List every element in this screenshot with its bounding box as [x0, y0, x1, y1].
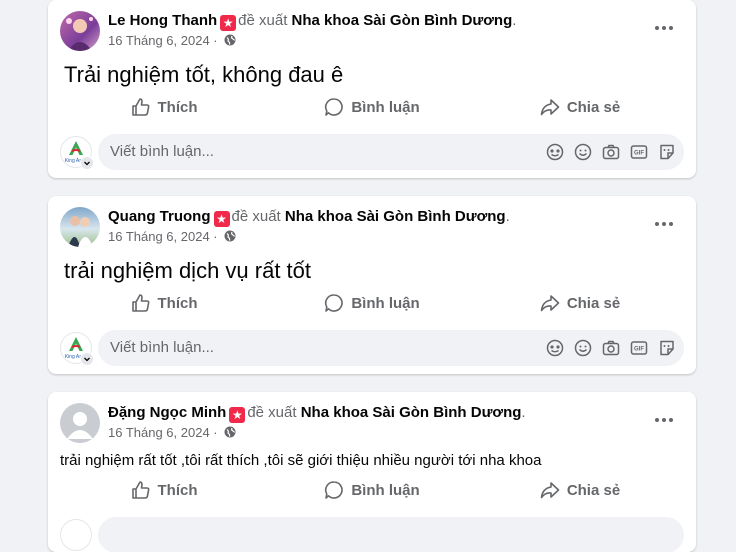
comment-label: Bình luận [351, 481, 420, 499]
recommend-star-icon: ★ [213, 211, 230, 227]
comment-tools: GIF [546, 134, 676, 170]
recommend-star-icon: ★ [229, 407, 246, 423]
post-date[interactable]: 16 Tháng 6, 2024 · [108, 229, 218, 244]
more-options-icon[interactable] [652, 214, 676, 234]
emoji-icon[interactable] [574, 143, 592, 161]
comment-icon [325, 481, 344, 499]
post-text: trải nghiệm rất tốt ,tôi rất thích ,tôi … [60, 452, 542, 469]
author-name[interactable]: Đặng Ngọc Minh [108, 404, 226, 421]
camera-icon[interactable] [602, 339, 620, 357]
svg-text:GIF: GIF [634, 151, 644, 157]
page-name[interactable]: Nha khoa Sài Gòn Bình Dương [301, 404, 522, 421]
post-date[interactable]: 16 Tháng 6, 2024 · [108, 33, 218, 48]
comment-tools: GIF [546, 330, 676, 366]
recommend-verb: đề xuất [238, 12, 288, 29]
sticker-icon[interactable] [658, 339, 676, 357]
page-name[interactable]: Nha khoa Sài Gòn Bình Dương [292, 12, 513, 29]
avatar-icon[interactable] [60, 519, 92, 551]
avatar-sticker-icon[interactable] [546, 143, 564, 161]
comment-placeholder: Viết bình luận... [110, 339, 214, 356]
share-label: Chia sẻ [566, 481, 621, 499]
recommend-verb: đề xuất [247, 404, 297, 421]
globe-icon [224, 34, 236, 46]
comment-composer: King Asen Viết bình luận... GIF [60, 134, 684, 170]
author-name[interactable]: Le Hong Thanh [108, 12, 217, 29]
author-name[interactable]: Quang Truong [108, 208, 211, 225]
post-date[interactable]: 16 Tháng 6, 2024 · [108, 425, 218, 440]
comment-button[interactable]: Bình luận [268, 90, 476, 124]
post-meta: 16 Tháng 6, 2024 · [108, 424, 236, 442]
post-header: Quang Truong ★ đề xuất Nha khoa Sài Gòn Bì… [108, 207, 646, 227]
post-meta: 16 Tháng 6, 2024 · [108, 32, 236, 50]
author-avatar[interactable] [60, 207, 100, 247]
comment-label: Bình luận [351, 98, 420, 116]
avatar-sticker-icon[interactable] [546, 339, 564, 357]
post-header: Đặng Ngọc Minh ★ đề xuất Nha khoa Sài Gòn … [108, 403, 646, 423]
globe-icon [224, 230, 236, 242]
post-header: Le Hong Thanh ★ đề xuất Nha khoa Sài Gòn B… [108, 11, 646, 31]
share-button[interactable]: Chia sẻ [476, 473, 684, 507]
chevron-down-icon[interactable] [80, 352, 94, 366]
comment-placeholder: Viết bình luận... [110, 143, 214, 160]
like-icon [131, 98, 149, 116]
comment-composer: King Asen Viết bình luận... GIF [60, 330, 684, 366]
post-actions: Thích Bình luận Chia sẻ [60, 473, 684, 507]
post-actions: Thích Bình luận Chia sẻ [60, 90, 684, 124]
recommend-verb: đề xuất [231, 208, 281, 225]
comment-icon [325, 294, 344, 312]
emoji-icon[interactable] [574, 339, 592, 357]
comment-input[interactable] [98, 517, 684, 552]
like-icon [131, 481, 149, 499]
post-card: Đặng Ngọc Minh ★ đề xuất Nha khoa Sài Gòn … [48, 392, 696, 552]
gif-icon[interactable]: GIF [630, 143, 648, 161]
share-icon [540, 482, 560, 499]
share-button[interactable]: Chia sẻ [476, 286, 684, 320]
header-period: . [521, 404, 526, 421]
author-avatar[interactable] [60, 403, 100, 443]
chevron-down-icon[interactable] [80, 156, 94, 170]
comment-composer [60, 517, 684, 552]
gif-icon[interactable]: GIF [630, 339, 648, 357]
comment-button[interactable]: Bình luận [268, 286, 476, 320]
like-button[interactable]: Thích [60, 90, 268, 124]
share-label: Chia sẻ [566, 294, 621, 312]
more-options-icon[interactable] [652, 410, 676, 430]
like-icon [131, 294, 149, 312]
globe-icon [224, 426, 236, 438]
post-text: trải nghiệm dịch vụ rất tốt [64, 258, 312, 283]
header-period: . [512, 12, 517, 29]
comment-input[interactable]: Viết bình luận... GIF [98, 134, 684, 170]
author-avatar[interactable] [60, 11, 100, 51]
share-icon [540, 99, 560, 116]
like-label: Thích [157, 481, 198, 499]
comment-label: Bình luận [351, 294, 420, 312]
post-text: Trải nghiệm tốt, không đau ê [64, 62, 344, 87]
share-label: Chia sẻ [566, 98, 621, 116]
post-meta: 16 Tháng 6, 2024 · [108, 228, 236, 246]
comment-button[interactable]: Bình luận [268, 473, 476, 507]
page-name[interactable]: Nha khoa Sài Gòn Bình Dương [285, 208, 506, 225]
share-button[interactable]: Chia sẻ [476, 90, 684, 124]
like-label: Thích [157, 98, 198, 116]
sticker-icon[interactable] [658, 143, 676, 161]
svg-text:GIF: GIF [634, 347, 644, 353]
camera-icon[interactable] [602, 143, 620, 161]
like-button[interactable]: Thích [60, 473, 268, 507]
more-options-icon[interactable] [652, 18, 676, 38]
like-label: Thích [157, 294, 198, 312]
like-button[interactable]: Thích [60, 286, 268, 320]
post-actions: Thích Bình luận Chia sẻ [60, 286, 684, 320]
comment-icon [325, 98, 344, 116]
post-card: Le Hong Thanh ★ đề xuất Nha khoa Sài Gòn B… [48, 0, 696, 178]
header-period: . [505, 208, 510, 225]
post-card: Quang Truong ★ đề xuất Nha khoa Sài Gòn Bì… [48, 196, 696, 374]
share-icon [540, 295, 560, 312]
recommend-star-icon: ★ [220, 15, 237, 31]
comment-input[interactable]: Viết bình luận... GIF [98, 330, 684, 366]
